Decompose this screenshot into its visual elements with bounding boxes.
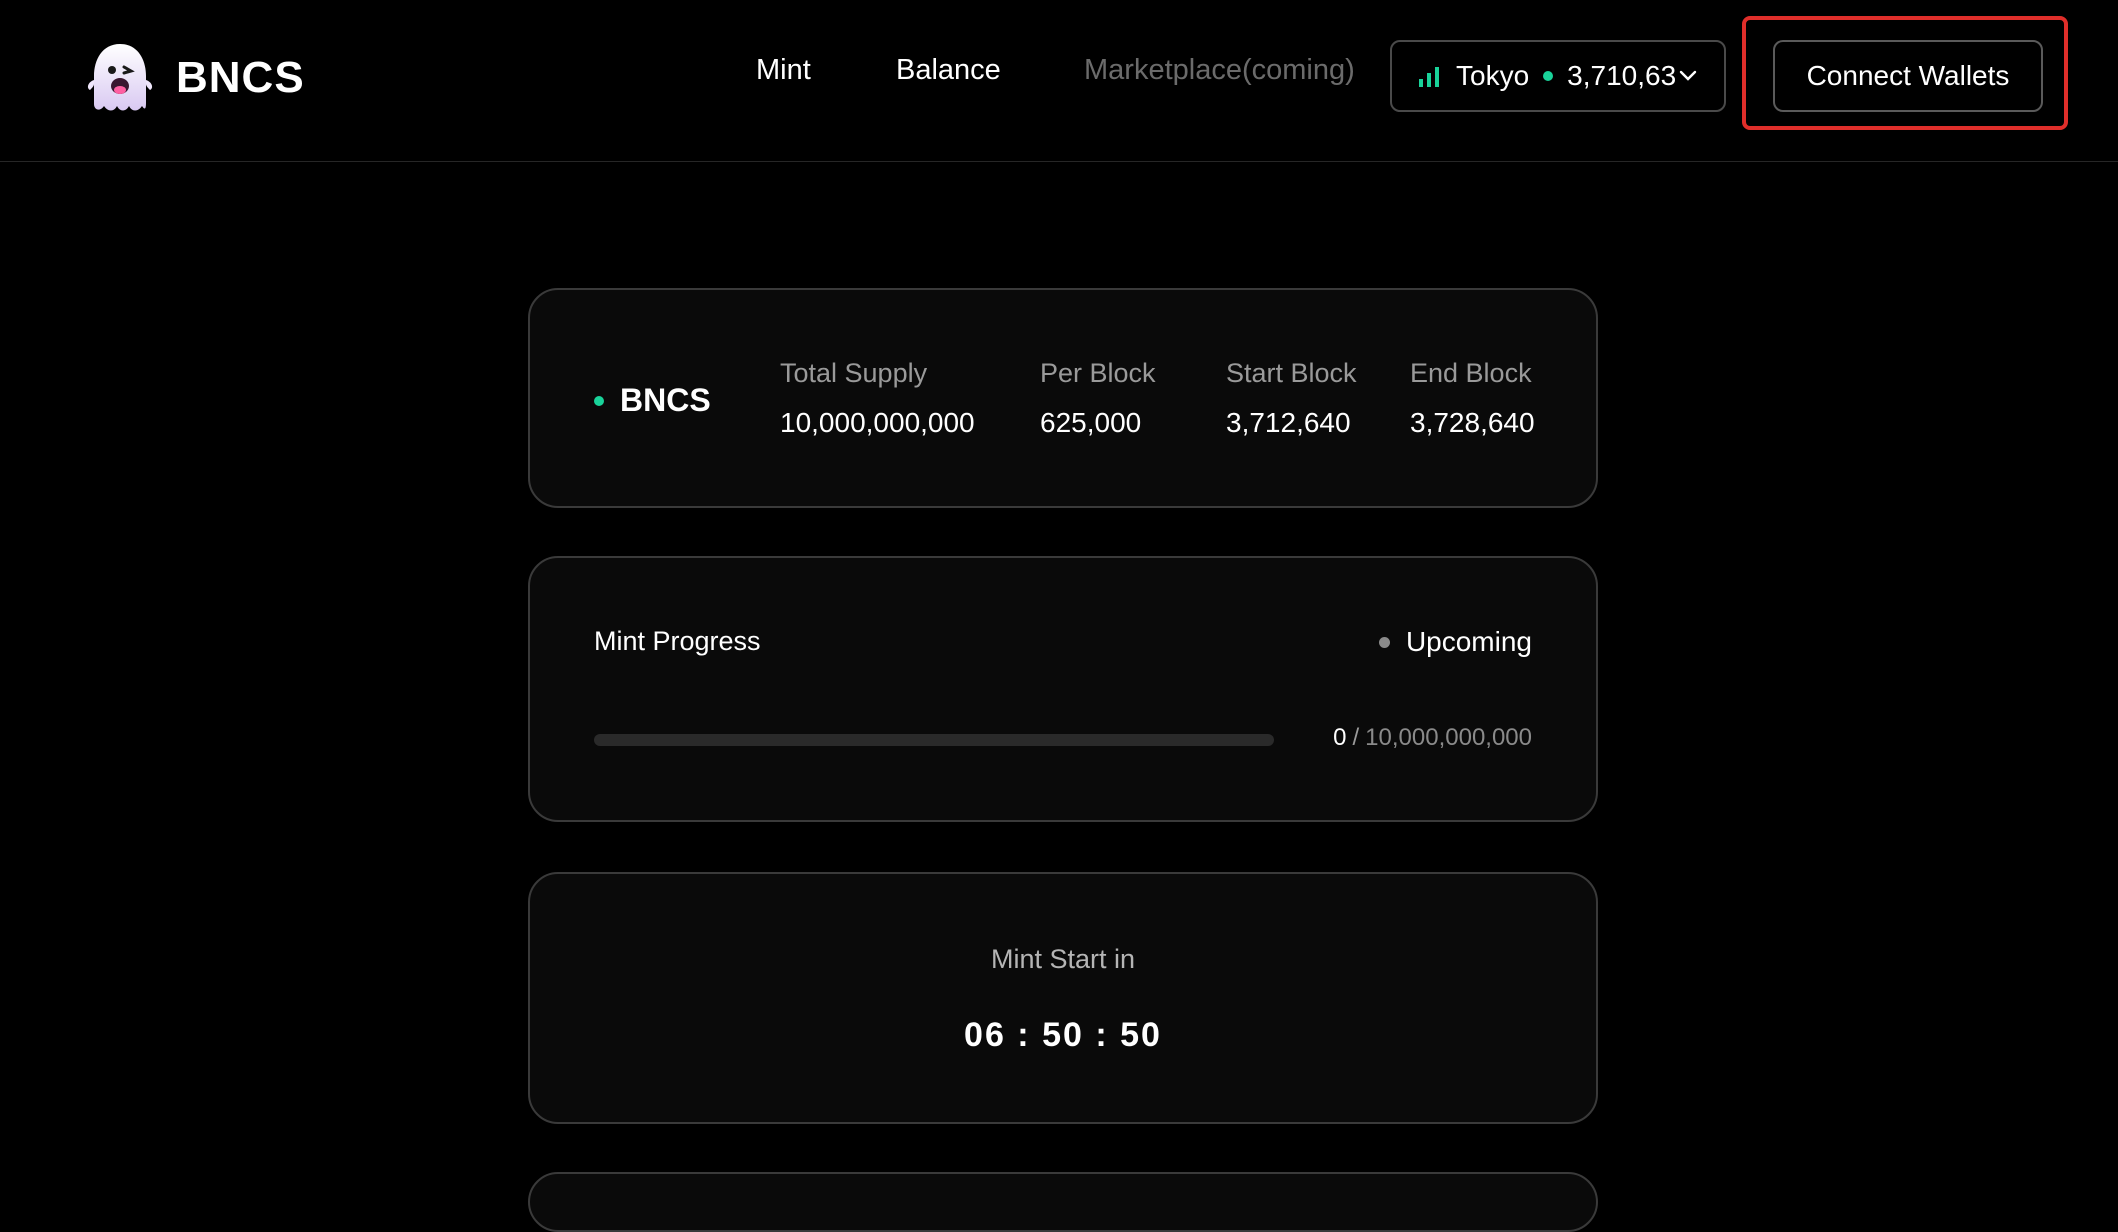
mint-status-text: Upcoming (1405, 626, 1532, 657)
countdown-label: Mint Start in (990, 944, 1136, 974)
mint-progress-count: 0/10,000,000,000 (1333, 724, 1532, 752)
stat-total-supply: Total Supply 10,000,000,000 (780, 358, 975, 439)
network-block-height: 3,710,63 (1567, 60, 1676, 91)
minted-amount: 0 (1333, 724, 1347, 751)
ghost-icon (87, 44, 153, 111)
nav-marketplace: Marketplace(coming) (1084, 54, 1355, 86)
mint-status-badge: Upcoming (1378, 626, 1532, 658)
chevron-down-icon (1679, 70, 1697, 81)
token-info-card: BNCS Total Supply 10,000,000,000 Per Blo… (528, 288, 1598, 508)
signal-bars-icon (1419, 67, 1439, 87)
stat-value: 3,728,640 (1410, 407, 1535, 438)
mint-progress-bar (594, 734, 1274, 746)
brand-name: BNCS (176, 53, 305, 102)
nav-mint[interactable]: Mint (756, 54, 811, 87)
stat-end-block: End Block 3,728,640 (1410, 358, 1535, 439)
stat-label: Per Block (1040, 358, 1156, 388)
stat-label: Total Supply (780, 358, 928, 388)
brand-logo[interactable]: BNCS (84, 38, 305, 118)
nav-balance[interactable]: Balance (896, 54, 1001, 87)
network-name: Tokyo (1456, 60, 1530, 91)
stat-start-block: Start Block 3,712,640 (1226, 358, 1357, 439)
total-amount: 10,000,000,000 (1365, 724, 1532, 751)
connect-wallets-button[interactable]: Connect Wallets (1773, 40, 2043, 112)
stat-value: 625,000 (1040, 407, 1142, 438)
stat-label: Start Block (1226, 358, 1357, 388)
stat-value: 3,712,640 (1226, 407, 1351, 438)
token-name-text: BNCS (620, 382, 711, 418)
token-name: BNCS (594, 382, 711, 419)
mint-progress-title: Mint Progress (594, 626, 761, 656)
status-dot (1378, 636, 1390, 648)
top-navbar: BNCS Mint Balance Marketplace(coming) To… (0, 0, 2118, 162)
mint-progress-card: Mint Progress Upcoming 0/10,000,000,000 (528, 556, 1598, 822)
countdown-timer: 06 : 50 : 50 (964, 1016, 1162, 1054)
stat-per-block: Per Block 625,000 (1040, 358, 1156, 439)
mint-countdown-card: Mint Start in 06 : 50 : 50 (528, 872, 1598, 1124)
network-selector[interactable]: Tokyo 3,710,63 (1390, 40, 1726, 112)
next-card (528, 1172, 1598, 1232)
token-status-dot (594, 395, 604, 406)
stat-label: End Block (1410, 358, 1532, 388)
count-separator: / (1352, 724, 1360, 751)
network-status-dot (1543, 71, 1554, 81)
stat-value: 10,000,000,000 (780, 407, 975, 438)
